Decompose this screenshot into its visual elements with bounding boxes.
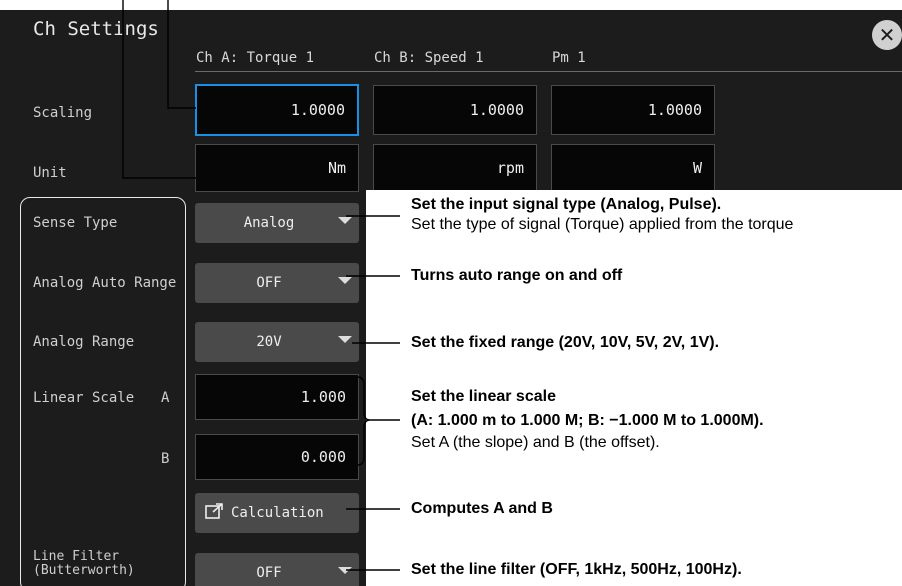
annotation-sense-type-bold: Set the input signal type (Analog, Pulse… [411, 196, 722, 213]
dropdown-arrow-icon [338, 217, 352, 224]
annotation-line-filter: Set the line filter (OFF, 1kHz, 500Hz, 1… [411, 561, 742, 578]
scaling-field-ch-b[interactable]: 1.0000 [373, 85, 537, 135]
dropdown-arrow-icon [338, 567, 352, 574]
line-filter-label-line1: Line Filter [33, 549, 120, 564]
sense-type-value: Analog [243, 215, 295, 231]
annotation-auto-range: Turns auto range on and off [411, 267, 623, 284]
line-filter-dropdown[interactable]: OFF [195, 553, 359, 586]
close-icon: ✕ [878, 23, 896, 47]
dropdown-arrow-icon [338, 336, 352, 343]
analog-auto-range-value: OFF [256, 275, 282, 291]
calculation-button[interactable]: Calculation [195, 493, 359, 533]
unit-field-pm[interactable]: W [551, 144, 715, 192]
unit-field-ch-b[interactable]: rpm [373, 144, 537, 192]
linear-scale-label: Linear Scale [33, 390, 135, 406]
line-filter-label: Line Filter (Butterworth) [33, 550, 135, 578]
scaling-field-pm[interactable]: 1.0000 [551, 85, 715, 135]
analog-range-label: Analog Range [33, 334, 135, 350]
annotation-calculation: Computes A and B [411, 500, 553, 517]
column-header-ch-a: Ch A: Torque 1 [196, 50, 315, 66]
analog-range-value: 20V [256, 334, 282, 350]
external-window-icon [205, 503, 223, 519]
annotation-sense-type-normal: Set the type of signal (Torque) applied … [411, 216, 794, 233]
scaling-field-ch-a[interactable]: 1.0000 [195, 84, 359, 136]
scaling-label: Scaling [33, 105, 93, 121]
unit-field-ch-a[interactable]: Nm [195, 144, 359, 192]
analog-auto-range-dropdown[interactable]: OFF [195, 263, 359, 303]
linear-scale-a-label: A [161, 390, 170, 406]
line-filter-label-line2: (Butterworth) [33, 563, 135, 578]
line-filter-value: OFF [256, 565, 282, 581]
linear-scale-b-label: B [161, 451, 170, 467]
dropdown-arrow-icon [338, 277, 352, 284]
header-divider [195, 71, 902, 72]
column-header-pm: Pm 1 [552, 50, 586, 66]
close-button[interactable]: ✕ [872, 20, 902, 50]
linear-scale-b-field[interactable]: 0.000 [195, 434, 359, 480]
annotation-linear-scale-range: (A: 1.000 m to 1.000 M; B: −1.000 M to 1… [411, 412, 764, 429]
annotation-linear-scale-desc: Set A (the slope) and B (the offset). [411, 434, 660, 451]
annotation-linear-scale-title: Set the linear scale [411, 388, 556, 405]
analog-range-dropdown[interactable]: 20V [195, 322, 359, 362]
sense-type-dropdown[interactable]: Analog [195, 203, 359, 243]
column-header-ch-b: Ch B: Speed 1 [374, 50, 484, 66]
unit-label: Unit [33, 165, 67, 181]
sense-type-label: Sense Type [33, 215, 118, 231]
dialog-title: Ch Settings [33, 18, 159, 40]
annotation-analog-range: Set the fixed range (20V, 10V, 5V, 2V, 1… [411, 334, 720, 351]
linear-scale-a-field[interactable]: 1.000 [195, 374, 359, 420]
analog-auto-range-label: Analog Auto Range [33, 275, 177, 291]
calculation-label: Calculation [231, 505, 324, 521]
